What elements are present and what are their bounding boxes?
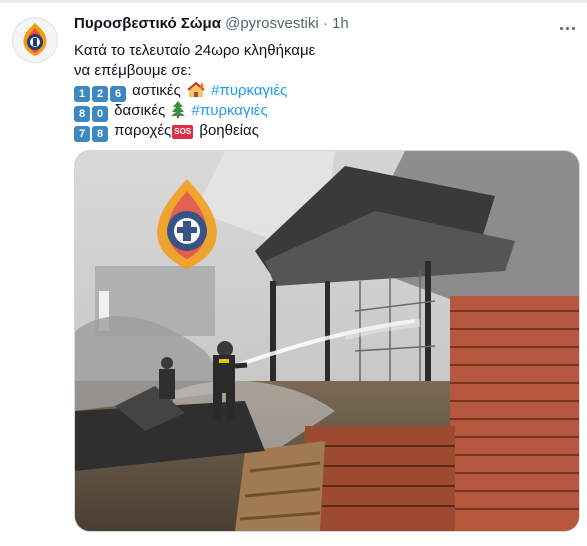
fire-service-logo-icon [23, 23, 47, 56]
header-separator: · [322, 15, 328, 32]
tweet-card[interactable]: Πυροσβεστικό Σώμα @pyrosvestiki · 1h Κατ… [0, 3, 587, 546]
sos-icon: SOS [172, 125, 194, 139]
text-line-1: Κατά το τελευταίο 24ωρο κληθήκαμε [74, 42, 316, 59]
stat-label: δασικές [114, 102, 166, 119]
keycap-digit: 7 [74, 126, 90, 142]
hashtag-link[interactable]: #πυρκαγιές [192, 102, 268, 119]
keycap-digit: 6 [110, 86, 126, 102]
text-line-2: να επέμβουμε σε: [74, 62, 192, 79]
fire-scene-image [75, 151, 579, 531]
keycap-digit: 2 [92, 86, 108, 102]
tweet-time[interactable]: 1h [332, 15, 349, 32]
keycap-digit: 8 [92, 126, 108, 142]
avatar[interactable] [12, 17, 58, 63]
tweet-photo[interactable] [74, 150, 580, 532]
stat-line-assistance: 78 παροχές SOS βοηθείας [74, 121, 574, 142]
keycap-digit: 1 [74, 86, 90, 102]
stat-label: αστικές [132, 82, 181, 99]
more-options-icon[interactable] [560, 17, 582, 31]
author-handle[interactable]: @pyrosvestiki [225, 15, 319, 32]
author-name[interactable]: Πυροσβεστικό Σώμα [74, 15, 221, 32]
keycap-digit: 0 [92, 106, 108, 122]
keycap-digit: 8 [74, 106, 90, 122]
tweet-header: Πυροσβεστικό Σώμα @pyrosvestiki · 1h [74, 15, 349, 32]
tweet-text: Κατά το τελευταίο 24ωρο κληθήκαμε να επέ… [74, 41, 574, 142]
stat-line-urban: 126 αστικές #πυρκαγιές [74, 81, 574, 102]
stat-label-2: βοηθείας [199, 122, 259, 139]
stat-label: παροχές [114, 122, 172, 139]
stat-line-forest: 80 δασικές #πυρκαγιές [74, 101, 574, 122]
hashtag-link[interactable]: #πυρκαγιές [211, 82, 287, 99]
